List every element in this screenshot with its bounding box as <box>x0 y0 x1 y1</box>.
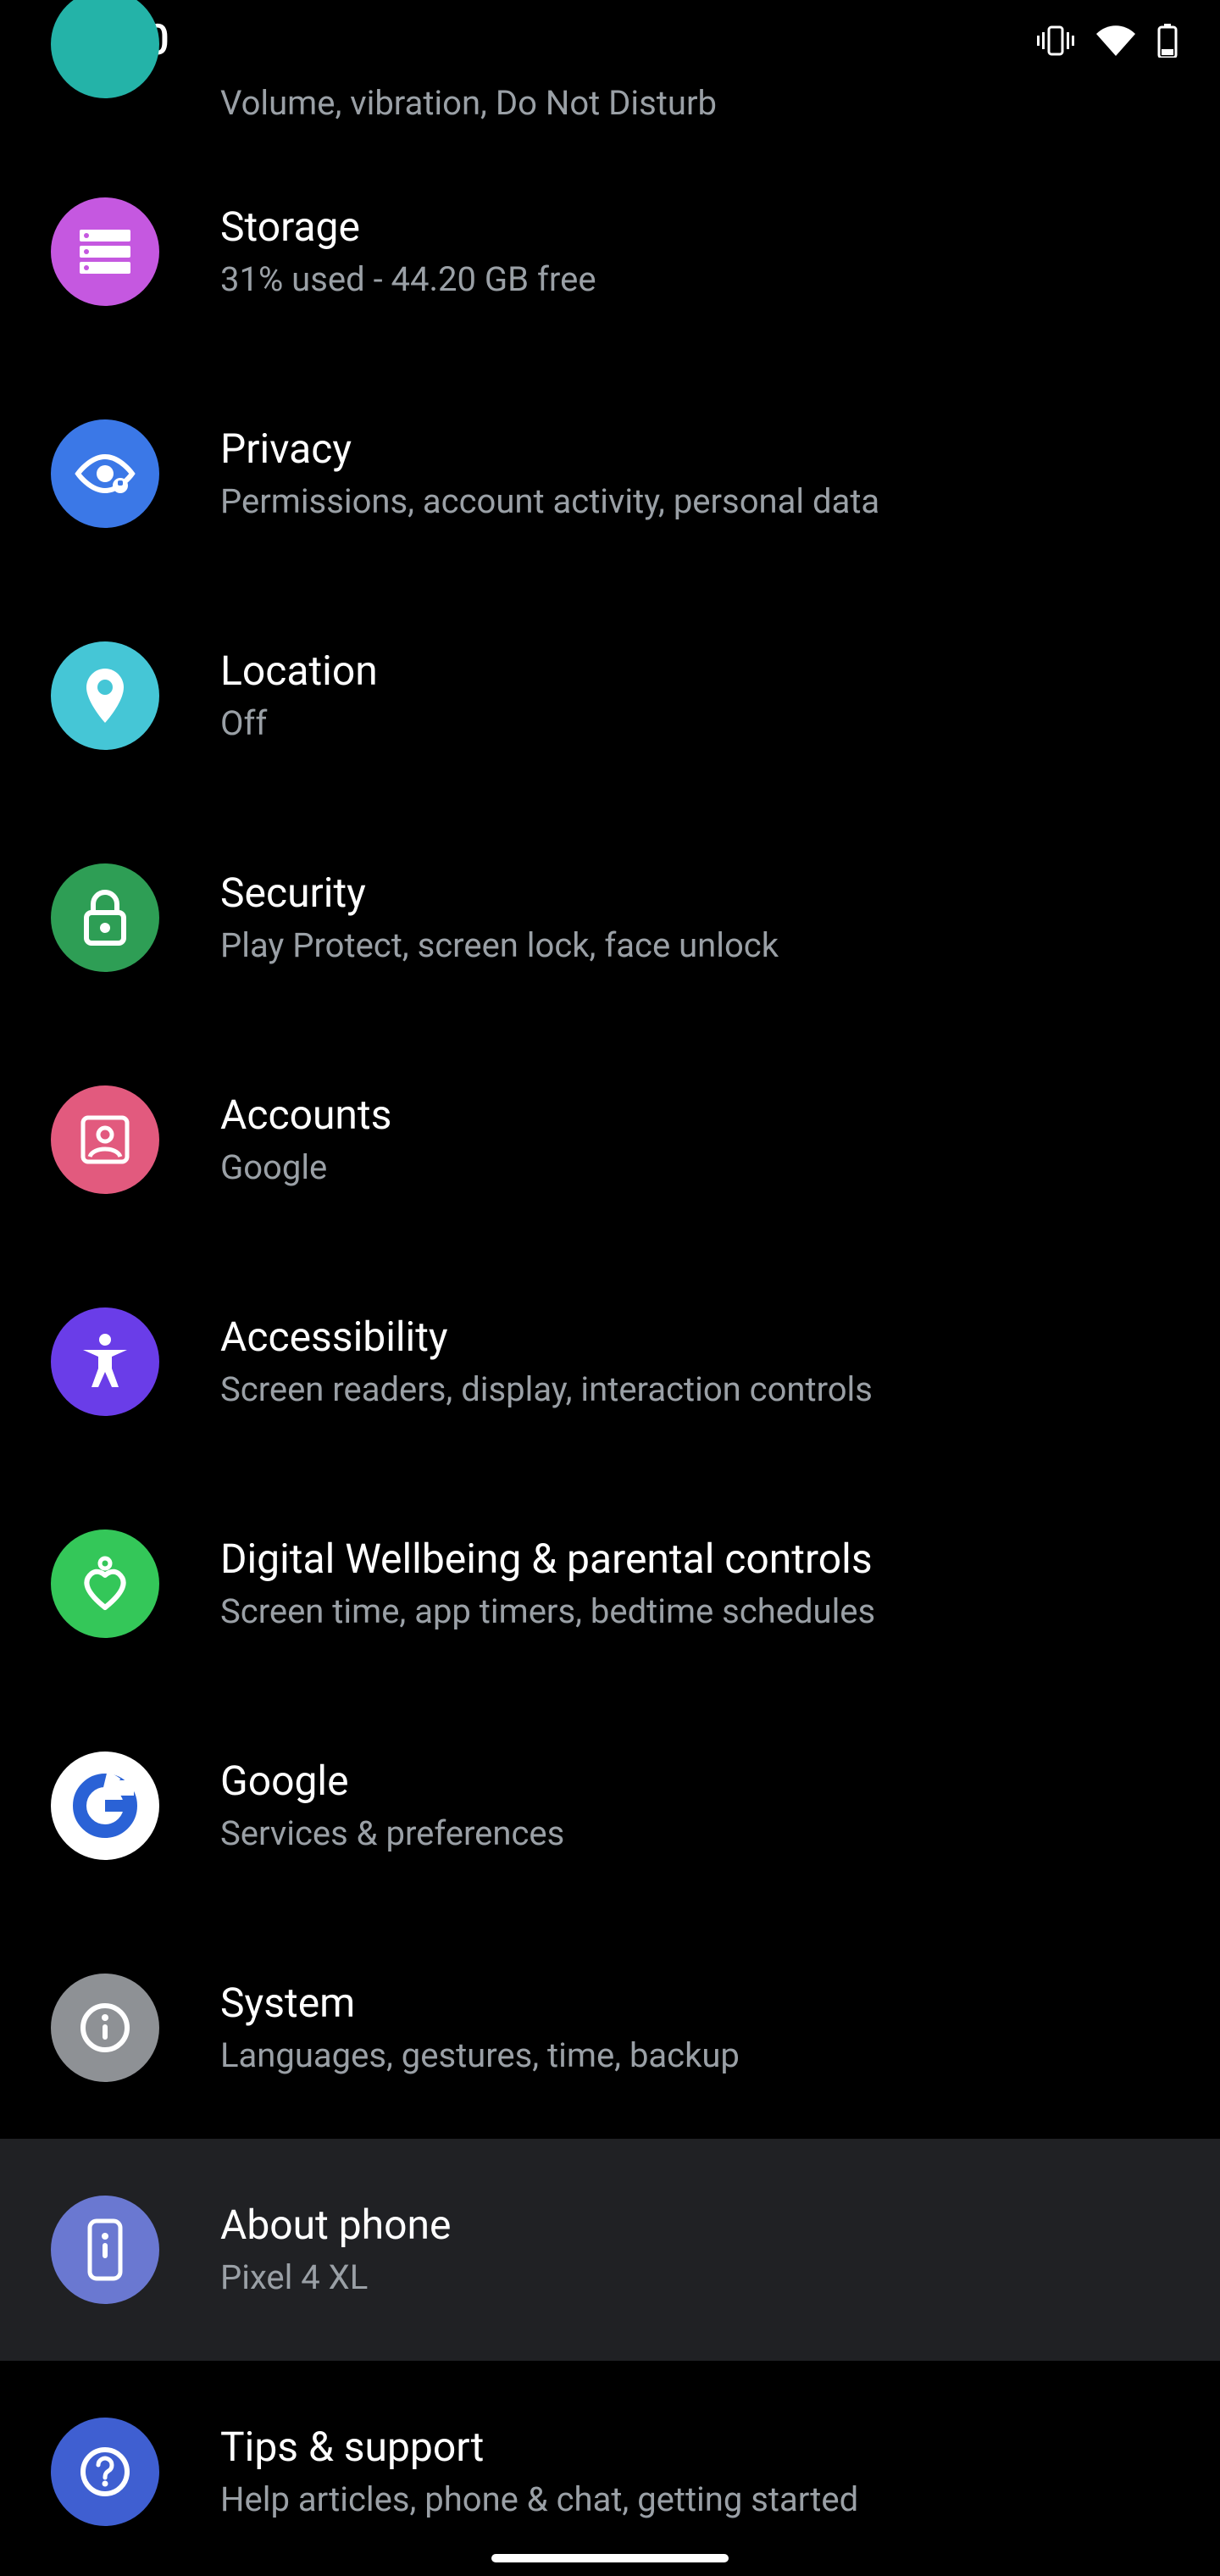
settings-item-title: Accessibility <box>220 1312 873 1363</box>
settings-item-wellbeing[interactable]: Digital Wellbeing & parental controls Sc… <box>0 1473 1220 1695</box>
privacy-icon <box>51 419 159 528</box>
settings-item-sub: Google <box>220 1146 391 1190</box>
settings-item-security[interactable]: Security Play Protect, screen lock, face… <box>0 807 1220 1029</box>
wellbeing-icon <box>51 1530 159 1638</box>
settings-item-tips[interactable]: Tips & support Help articles, phone & ch… <box>0 2361 1220 2576</box>
location-icon <box>51 641 159 750</box>
settings-item-title: Privacy <box>220 424 879 475</box>
sound-icon <box>51 0 159 98</box>
wifi-icon <box>1096 25 1135 56</box>
settings-item-sound[interactable]: Volume, vibration, Do Not Disturb <box>0 81 1220 141</box>
system-icon <box>51 1974 159 2082</box>
storage-icon <box>51 197 159 306</box>
settings-item-accounts[interactable]: Accounts Google <box>0 1029 1220 1251</box>
settings-item-sub: 31% used - 44.20 GB free <box>220 258 596 302</box>
settings-item-sub: Screen readers, display, interaction con… <box>220 1368 873 1412</box>
security-icon <box>51 863 159 972</box>
battery-icon <box>1157 24 1178 58</box>
tips-icon <box>51 2418 159 2526</box>
settings-item-sub: Permissions, account activity, personal … <box>220 480 879 524</box>
settings-item-title: Storage <box>220 202 596 253</box>
settings-list: Volume, vibration, Do Not Disturb Storag… <box>0 81 1220 2576</box>
settings-item-sub: Screen time, app timers, bedtime schedul… <box>220 1590 875 1634</box>
settings-item-privacy[interactable]: Privacy Permissions, account activity, p… <box>0 363 1220 585</box>
settings-item-title: Digital Wellbeing & parental controls <box>220 1534 875 1585</box>
settings-item-accessibility[interactable]: Accessibility Screen readers, display, i… <box>0 1251 1220 1473</box>
about-phone-icon <box>51 2196 159 2304</box>
settings-item-title: Security <box>220 868 779 919</box>
settings-item-sub: Volume, vibration, Do Not Disturb <box>220 81 717 125</box>
vibrate-icon <box>1037 24 1074 58</box>
status-bar: 1:00 <box>0 0 1220 81</box>
settings-item-title: Location <box>220 646 378 697</box>
accounts-icon <box>51 1085 159 1194</box>
settings-item-sub: Pixel 4 XL <box>220 2256 451 2300</box>
google-icon <box>51 1752 159 1860</box>
settings-item-location[interactable]: Location Off <box>0 585 1220 807</box>
settings-item-title: System <box>220 1978 740 2029</box>
accessibility-icon <box>51 1307 159 1416</box>
settings-item-title: About phone <box>220 2200 451 2251</box>
settings-item-sub: Services & preferences <box>220 1812 564 1856</box>
settings-item-title: Accounts <box>220 1090 391 1141</box>
settings-item-system[interactable]: System Languages, gestures, time, backup <box>0 1917 1220 2139</box>
settings-item-sub: Play Protect, screen lock, face unlock <box>220 924 779 968</box>
settings-item-google[interactable]: Google Services & preferences <box>0 1695 1220 1917</box>
status-icons <box>1037 24 1178 58</box>
settings-item-sub: Off <box>220 702 378 746</box>
settings-item-storage[interactable]: Storage 31% used - 44.20 GB free <box>0 141 1220 363</box>
settings-item-title: Tips & support <box>220 2422 858 2473</box>
settings-item-about-phone[interactable]: About phone Pixel 4 XL <box>0 2139 1220 2361</box>
settings-item-sub: Help articles, phone & chat, getting sta… <box>220 2478 858 2522</box>
settings-item-sub: Languages, gestures, time, backup <box>220 2034 740 2078</box>
gesture-nav-handle[interactable] <box>491 2554 729 2562</box>
settings-item-title: Google <box>220 1756 564 1807</box>
